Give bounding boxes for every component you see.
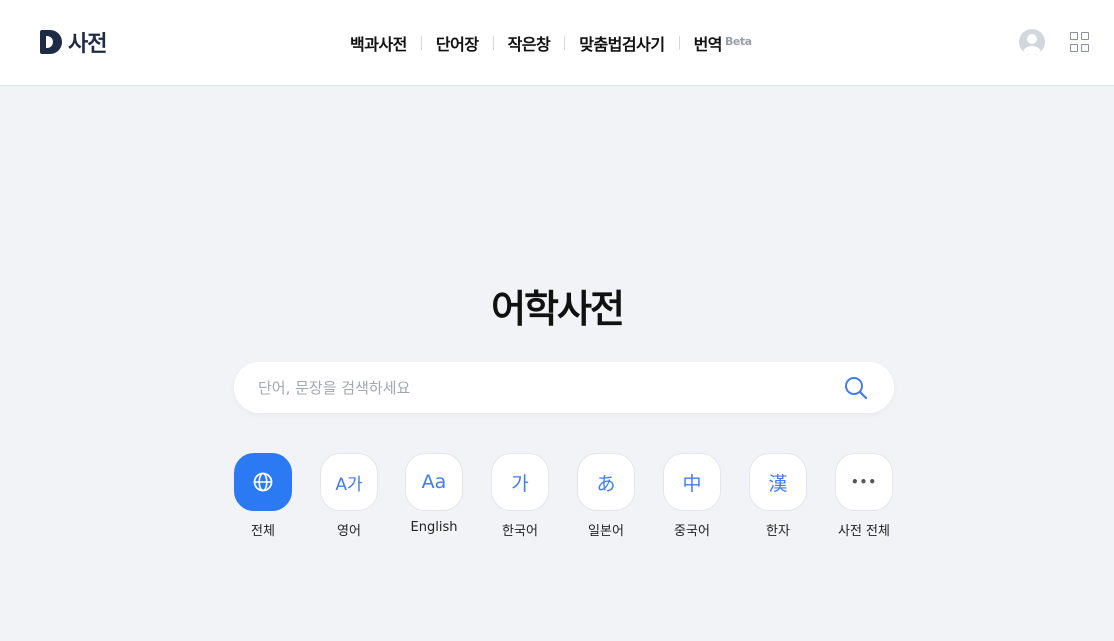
- category-english-korean[interactable]: A가 영어: [313, 453, 385, 539]
- nav-divider: [678, 36, 680, 50]
- english-aa-icon: Aa: [405, 453, 463, 511]
- beta-badge: Beta: [725, 35, 752, 48]
- daum-d-logo-icon: [40, 30, 62, 54]
- category-all-dictionaries[interactable]: ••• 사전 전체: [828, 453, 900, 539]
- page-title: 어학사전: [491, 287, 625, 331]
- header: 사전 백과사전 단어장 작은창 맞춤법검사기 번역 Beta: [0, 0, 1114, 86]
- category-label: 전체: [251, 524, 275, 539]
- nav-translate[interactable]: 번역 Beta: [694, 31, 752, 55]
- logo-text: 사전: [68, 32, 107, 57]
- nav-divider: [492, 36, 494, 50]
- japanese-a-icon: あ: [577, 453, 635, 511]
- nav-divider: [564, 36, 566, 50]
- globe-icon: [234, 453, 292, 511]
- search-icon[interactable]: [842, 374, 870, 402]
- user-avatar-icon[interactable]: [1019, 29, 1045, 55]
- category-all[interactable]: 전체: [227, 453, 299, 539]
- nav-wordbook[interactable]: 단어장: [436, 31, 479, 55]
- apps-grid-icon[interactable]: [1070, 32, 1090, 52]
- nav-encyclopedia[interactable]: 백과사전: [350, 31, 407, 55]
- category-korean[interactable]: 가 한국어: [484, 453, 556, 539]
- category-hanja[interactable]: 漢 한자: [742, 453, 814, 539]
- category-label: 한국어: [502, 524, 538, 539]
- hanja-han-icon: 漢: [749, 453, 807, 511]
- category-label: English: [410, 520, 458, 535]
- chinese-zhong-icon: 中: [663, 453, 721, 511]
- nav-translate-label: 번역: [693, 35, 723, 54]
- category-label: 사전 전체: [838, 524, 890, 539]
- category-chinese[interactable]: 中 중국어: [656, 453, 728, 539]
- daum-dictionary-logo[interactable]: 사전: [40, 29, 107, 57]
- category-label: 일본어: [588, 524, 624, 539]
- category-english[interactable]: Aa English: [398, 453, 470, 535]
- korean-ga-icon: 가: [491, 453, 549, 511]
- english-translate-icon: A가: [320, 453, 378, 511]
- nav-mini-window[interactable]: 작은창: [508, 31, 551, 55]
- more-dots-icon: •••: [835, 453, 893, 511]
- category-label: 중국어: [674, 524, 710, 539]
- category-japanese[interactable]: あ 일본어: [570, 453, 642, 539]
- nav-spell-checker[interactable]: 맞춤법검사기: [579, 31, 665, 55]
- search-bar: [234, 362, 894, 413]
- top-nav: 백과사전 단어장 작은창 맞춤법검사기 번역 Beta: [350, 30, 752, 56]
- nav-divider: [420, 36, 422, 50]
- category-label: 영어: [337, 524, 361, 539]
- category-label: 한자: [766, 524, 790, 539]
- search-input[interactable]: [258, 362, 838, 413]
